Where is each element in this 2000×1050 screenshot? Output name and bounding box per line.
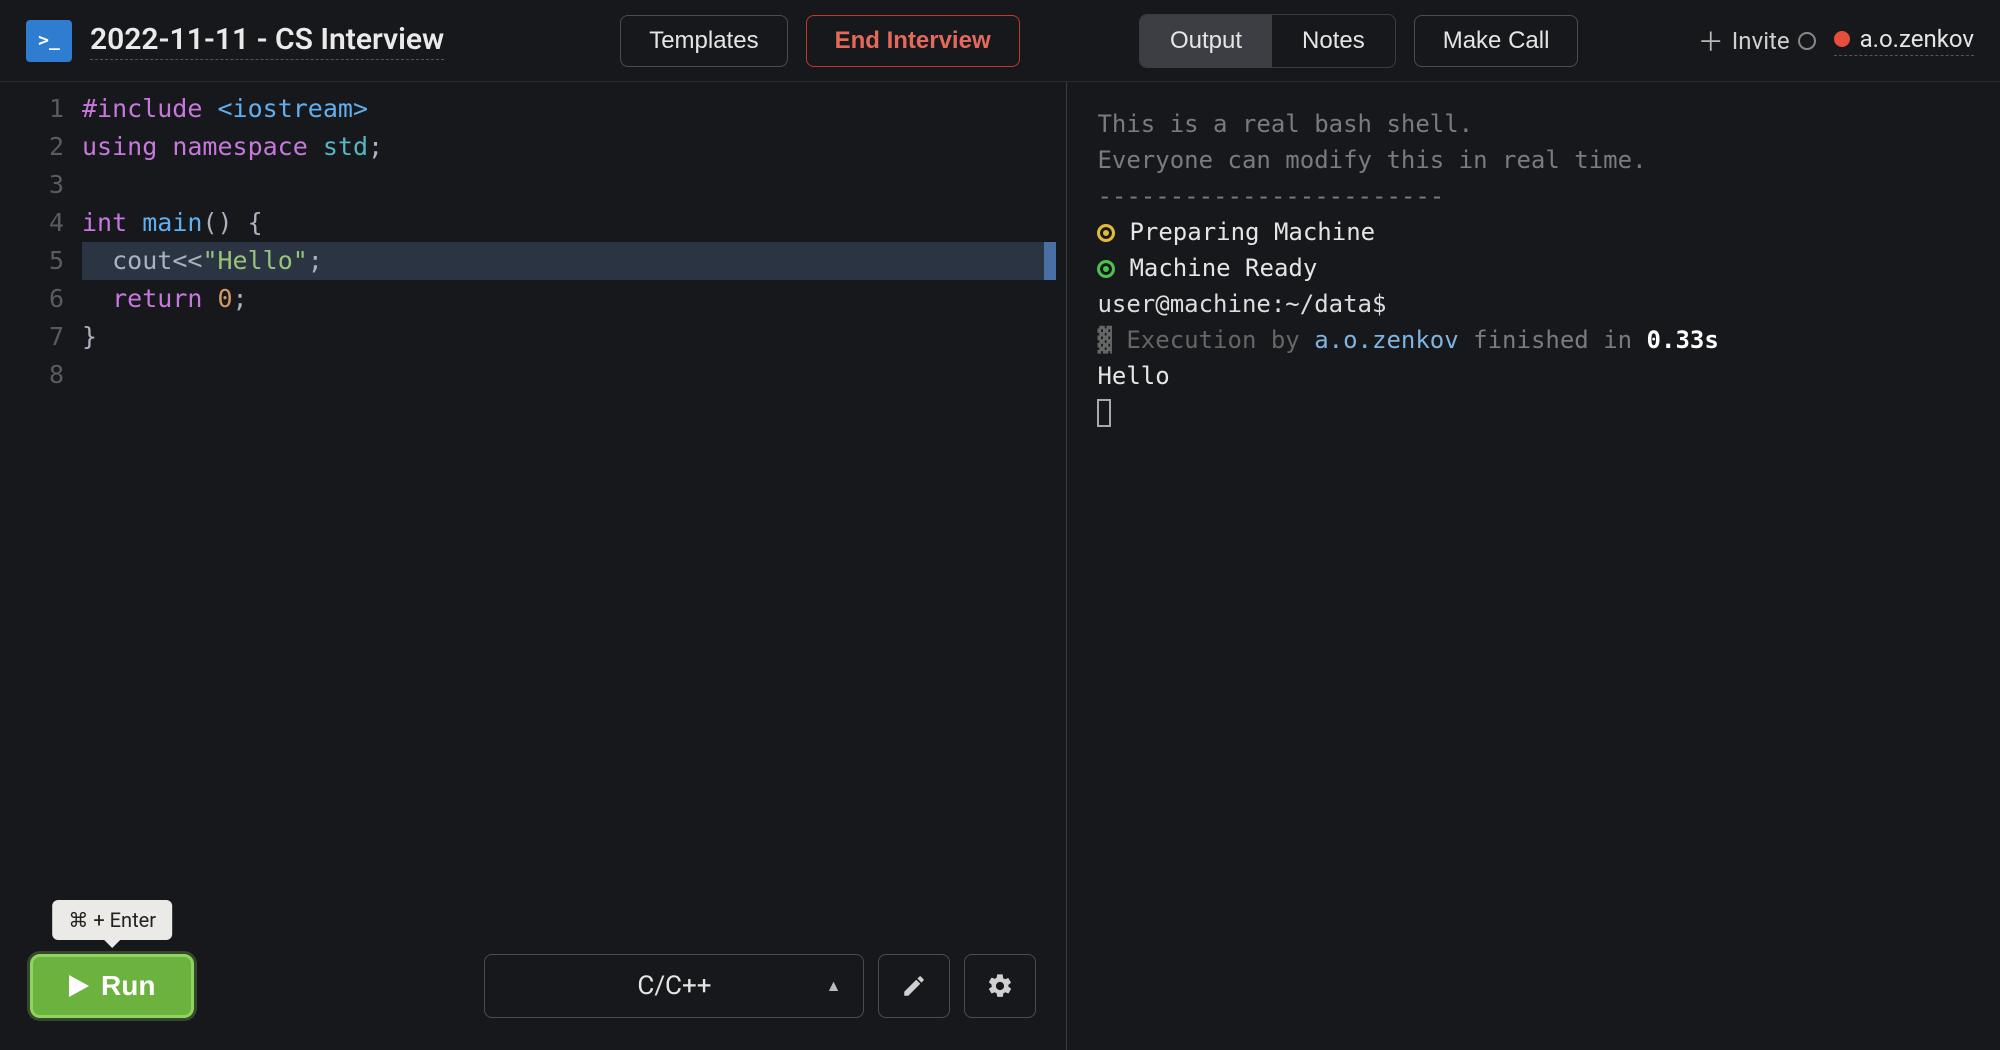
make-call-button[interactable]: Make Call: [1414, 15, 1579, 67]
token: return: [112, 284, 202, 313]
line-number: 7: [0, 318, 64, 356]
exec-mid: finished in: [1459, 326, 1647, 354]
current-user[interactable]: a.o.zenkov: [1834, 25, 1974, 56]
line-number: 8: [0, 356, 64, 394]
status-text: Preparing Machine: [1129, 218, 1375, 246]
output-notes-segmented: Output Notes: [1139, 14, 1396, 68]
shell-prompt: user@machine:~/data$: [1097, 286, 1970, 322]
templates-button[interactable]: Templates: [620, 15, 787, 67]
terminal-cursor-icon: [1097, 399, 1111, 427]
exec-prefix: ▓ Execution by: [1097, 326, 1314, 354]
line-number: 2: [0, 128, 64, 166]
language-label: C/C++: [637, 971, 711, 1001]
token: #include: [82, 94, 202, 123]
run-button[interactable]: Run: [30, 954, 194, 1018]
username-label: a.o.zenkov: [1860, 25, 1974, 53]
exec-user: a.o.zenkov: [1314, 326, 1459, 354]
recording-indicator-icon: [1798, 32, 1816, 50]
plus-icon: ＋: [1698, 22, 1724, 59]
gear-icon: [986, 972, 1014, 1000]
line-number: 3: [0, 166, 64, 204]
terminal-divider: ------------------------: [1097, 178, 1970, 214]
editor-toolbar: ⌘ + Enter Run C/C++ ▲: [0, 942, 1066, 1050]
token: using: [82, 132, 157, 161]
code-area[interactable]: #include <iostream> using namespace std;…: [82, 86, 1066, 942]
line-gutter: 1 2 3 4 5 6 7 8: [0, 86, 82, 942]
tab-notes[interactable]: Notes: [1272, 15, 1395, 67]
editor-panel: 1 2 3 4 5 6 7 8 #include <iostream> usin…: [0, 82, 1067, 1050]
chevron-up-icon: ▲: [826, 976, 842, 996]
status-dot-green-icon: [1097, 260, 1115, 278]
token: <iostream>: [217, 94, 368, 123]
token: cout: [112, 246, 172, 275]
token: 0: [217, 284, 232, 313]
execution-line: ▓ Execution by a.o.zenkov finished in 0.…: [1097, 322, 1970, 358]
token: int: [82, 208, 127, 237]
status-ready: Machine Ready: [1097, 250, 1970, 286]
run-label: Run: [101, 970, 155, 1002]
token: namespace: [172, 132, 307, 161]
status-preparing: Preparing Machine: [1097, 214, 1970, 250]
language-select[interactable]: C/C++ ▲: [484, 954, 864, 1018]
line-number: 4: [0, 204, 64, 242]
session-title[interactable]: 2022-11-11 - CS Interview: [90, 22, 444, 60]
token: std: [323, 132, 368, 161]
run-shortcut-tooltip: ⌘ + Enter: [52, 900, 172, 940]
app-logo[interactable]: >_: [26, 20, 72, 62]
tab-output[interactable]: Output: [1140, 15, 1272, 67]
token: main: [142, 208, 202, 237]
invite-button[interactable]: ＋ Invite: [1698, 22, 1816, 59]
status-text: Machine Ready: [1129, 254, 1317, 282]
pencil-icon: [901, 973, 927, 999]
code-editor[interactable]: 1 2 3 4 5 6 7 8 #include <iostream> usin…: [0, 82, 1066, 942]
line-number: 1: [0, 90, 64, 128]
invite-label: Invite: [1732, 27, 1790, 55]
terminal-intro: Everyone can modify this in real time.: [1097, 142, 1970, 178]
exec-time: 0.33s: [1647, 326, 1719, 354]
token: "Hello": [202, 246, 307, 275]
line-number: 5: [0, 242, 64, 280]
end-interview-button[interactable]: End Interview: [806, 15, 1020, 67]
settings-button[interactable]: [964, 954, 1036, 1018]
edit-button[interactable]: [878, 954, 950, 1018]
play-icon: [69, 975, 89, 997]
presence-dot-icon: [1834, 31, 1850, 47]
terminal-intro: This is a real bash shell.: [1097, 106, 1970, 142]
terminal-output: Hello: [1097, 358, 1970, 394]
top-bar: >_ 2022-11-11 - CS Interview Templates E…: [0, 0, 2000, 82]
line-number: 6: [0, 280, 64, 318]
status-dot-yellow-icon: [1097, 224, 1115, 242]
terminal-panel[interactable]: This is a real bash shell. Everyone can …: [1067, 82, 2000, 1050]
